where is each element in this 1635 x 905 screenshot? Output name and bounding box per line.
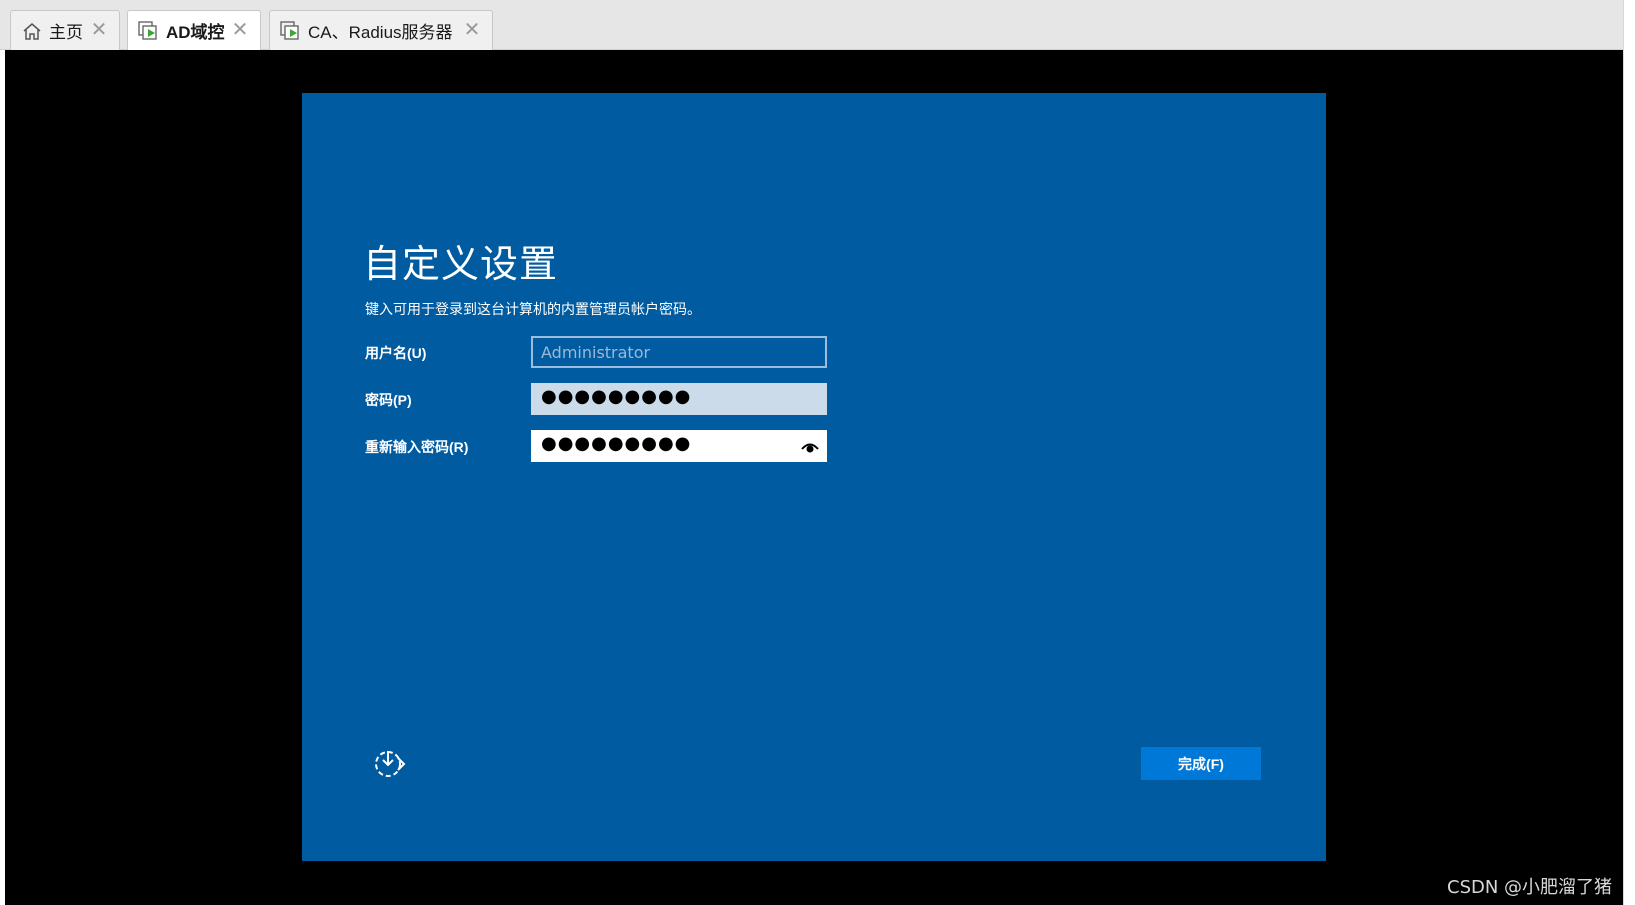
- ease-of-access-icon[interactable]: [372, 746, 406, 780]
- close-icon[interactable]: ✕: [89, 20, 109, 40]
- vm-running-icon: [138, 20, 160, 42]
- reveal-password-icon[interactable]: [801, 438, 819, 453]
- tab-ad-domain-controller[interactable]: AD域控 ✕: [127, 10, 261, 50]
- vm-running-icon: [280, 20, 302, 42]
- repassword-label: 重新输入密码(R): [365, 439, 469, 455]
- close-icon[interactable]: ✕: [230, 20, 250, 40]
- repassword-field[interactable]: ●●●●●●●●●: [531, 430, 827, 462]
- page-title: 自定义设置: [363, 244, 559, 286]
- tab-ad-label: AD域控: [166, 23, 225, 42]
- username-field[interactable]: Administrator: [531, 336, 827, 368]
- tab-home-label: 主页: [49, 23, 83, 42]
- username-label: 用户名(U): [365, 345, 427, 361]
- window-edge: [1623, 0, 1635, 905]
- tab-home[interactable]: 主页 ✕: [10, 10, 120, 50]
- tab-ca-radius-server[interactable]: CA、Radius服务器 ✕: [269, 10, 493, 50]
- finish-button[interactable]: 完成(F): [1141, 747, 1261, 780]
- watermark: CSDN @小肥溜了猪: [1447, 877, 1613, 898]
- repassword-value: ●●●●●●●●●: [541, 433, 692, 454]
- close-icon[interactable]: ✕: [462, 20, 482, 40]
- password-label: 密码(P): [365, 392, 412, 408]
- oobe-customize-settings-panel: 自定义设置 键入可用于登录到这台计算机的内置管理员帐户密码。 用户名(U) Ad…: [302, 93, 1326, 861]
- tab-ca-label: CA、Radius服务器: [308, 23, 453, 42]
- page-description: 键入可用于登录到这台计算机的内置管理员帐户密码。: [365, 301, 701, 317]
- home-icon: [21, 20, 43, 42]
- tab-bar: 主页 ✕ AD域控 ✕ CA、Radius服务器 ✕: [0, 0, 1635, 50]
- password-field[interactable]: ●●●●●●●●●: [531, 383, 827, 415]
